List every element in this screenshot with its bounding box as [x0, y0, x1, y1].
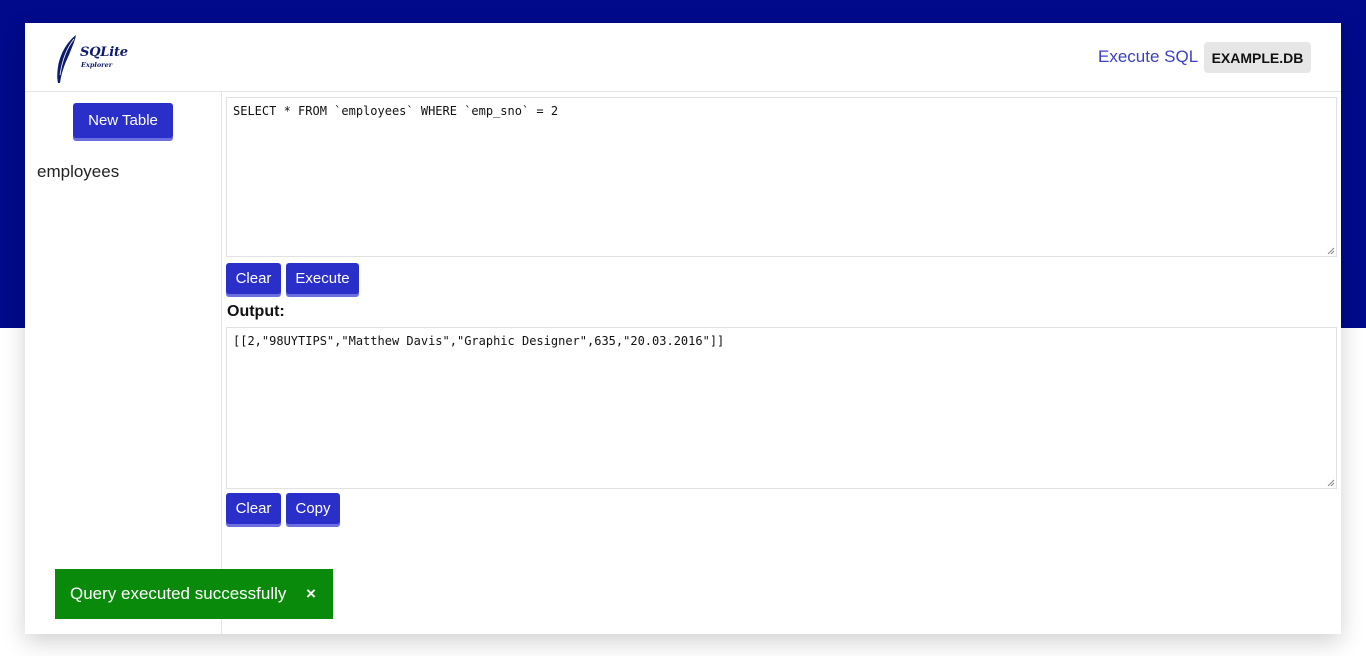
database-name-badge[interactable]: EXAMPLE.DB — [1204, 42, 1311, 73]
logo-subtitle: Explorer — [81, 61, 113, 69]
clear-output-button[interactable]: Clear — [226, 493, 281, 524]
execute-sql-link[interactable]: Execute SQL — [1098, 47, 1198, 67]
close-icon[interactable]: × — [306, 584, 316, 604]
app-card: SQLite Explorer Execute SQL EXAMPLE.DB N… — [25, 23, 1341, 634]
copy-output-button[interactable]: Copy — [286, 493, 340, 524]
sql-query-editor[interactable]: SELECT * FROM `employees` WHERE `emp_sno… — [226, 97, 1337, 257]
execute-query-button[interactable]: Execute — [286, 263, 359, 294]
clear-query-button[interactable]: Clear — [226, 263, 281, 294]
resize-grip-icon[interactable] — [1327, 479, 1335, 487]
output-heading: Output: — [227, 303, 285, 320]
resize-grip-icon[interactable] — [1327, 247, 1335, 255]
toast-message: Query executed successfully — [70, 584, 287, 603]
sqlite-explorer-logo[interactable]: SQLite Explorer — [52, 33, 132, 85]
new-table-button[interactable]: New Table — [73, 103, 173, 138]
logo-title: SQLite — [80, 45, 128, 60]
tables-sidebar: New Table employees — [25, 92, 222, 634]
app-header: SQLite Explorer Execute SQL EXAMPLE.DB — [25, 23, 1341, 92]
success-toast: Query executed successfully × — [55, 569, 333, 619]
query-output-area[interactable]: [[2,"98UYTIPS","Matthew Davis","Graphic … — [226, 327, 1337, 489]
sidebar-table-employees[interactable]: employees — [37, 162, 119, 182]
